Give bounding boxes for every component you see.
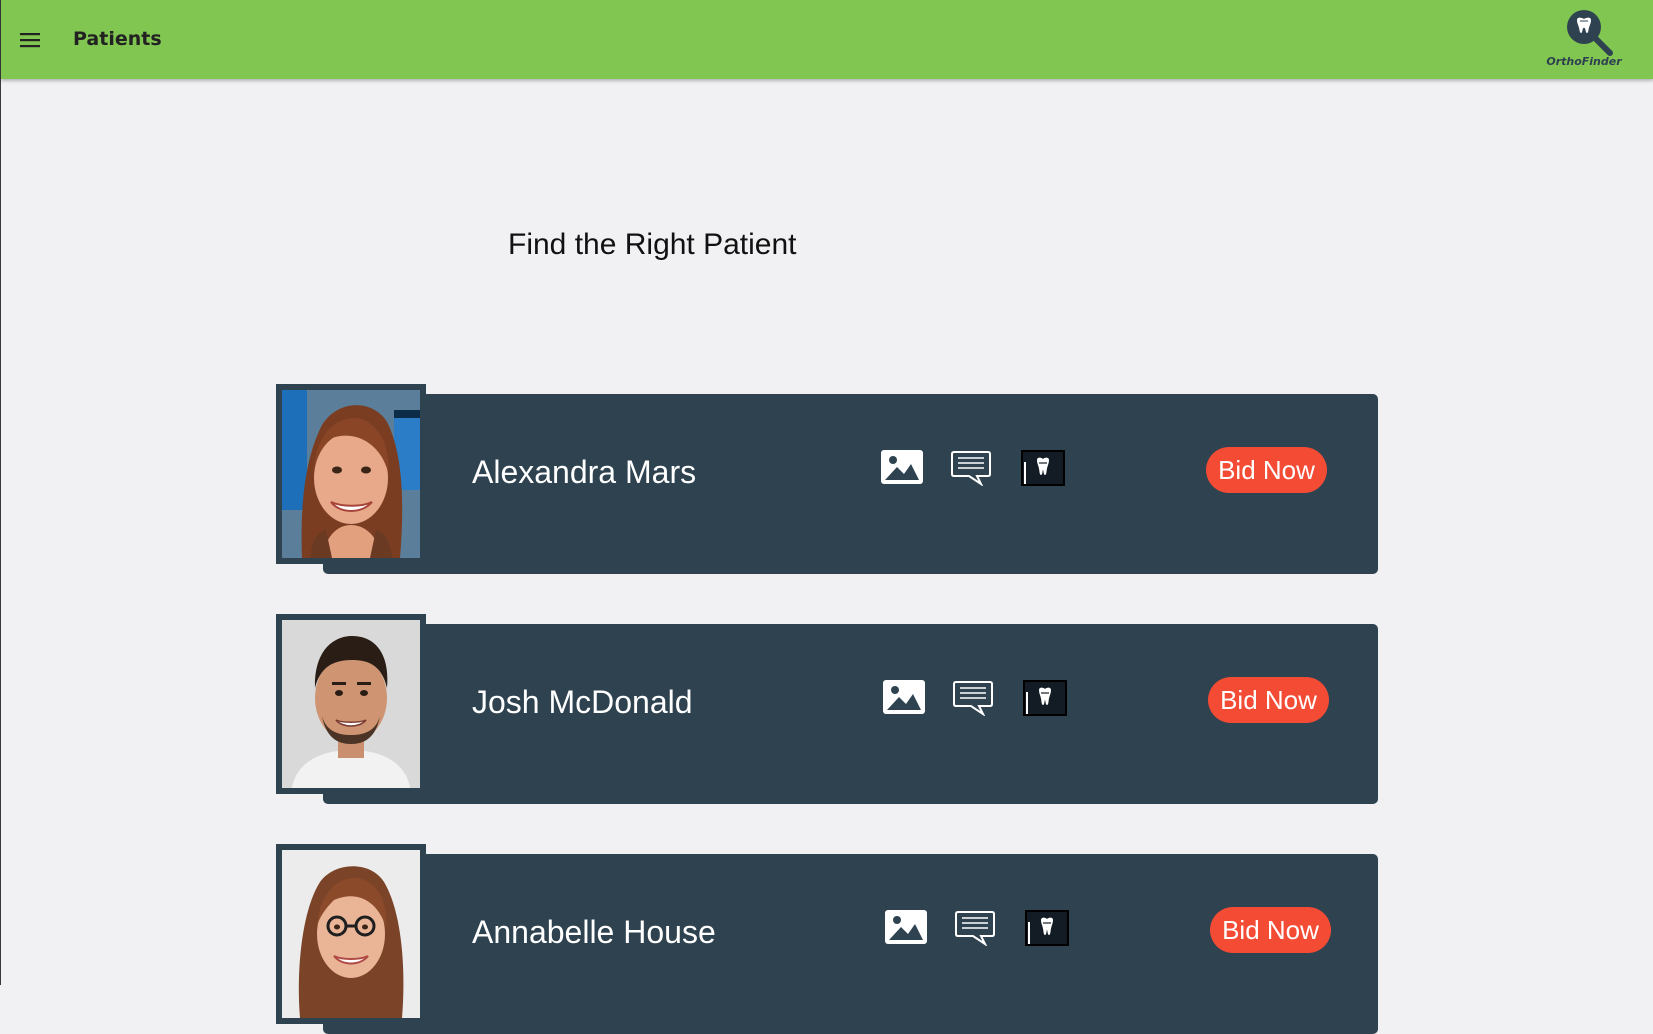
patient-card: Annabelle House Bid Now	[276, 844, 1378, 1034]
patient-name[interactable]: Josh McDonald	[472, 684, 693, 721]
page-title: Patients	[73, 28, 162, 50]
tooth-xray-icon[interactable]	[1023, 680, 1067, 721]
patient-card: Josh McDonald Bid Now	[276, 614, 1378, 804]
image-icon[interactable]	[885, 910, 927, 949]
image-icon[interactable]	[881, 450, 923, 489]
bid-now-button[interactable]: Bid Now	[1206, 447, 1327, 493]
logo-text: OrthoFinder	[1546, 55, 1622, 68]
page-heading: Find the Right Patient	[508, 228, 797, 261]
chat-bubble-icon[interactable]	[953, 680, 993, 721]
hamburger-menu-icon[interactable]	[15, 26, 45, 54]
bid-now-button[interactable]: Bid Now	[1210, 907, 1331, 953]
patient-photo-frame	[276, 844, 426, 1024]
patient-avatar	[282, 850, 420, 1018]
patient-card: Alexandra Mars Bid Now	[276, 384, 1378, 574]
orthofinder-logo[interactable]: OrthoFinder	[1546, 8, 1622, 72]
app-bar: Patients OrthoFinder	[1, 0, 1653, 79]
patient-name[interactable]: Annabelle House	[472, 914, 716, 951]
patient-avatar	[282, 620, 420, 788]
chat-bubble-icon[interactable]	[951, 450, 991, 491]
chat-bubble-icon[interactable]	[955, 910, 995, 951]
tooth-magnifier-logo-icon	[1567, 10, 1613, 56]
image-icon[interactable]	[883, 680, 925, 719]
tooth-xray-icon[interactable]	[1021, 450, 1065, 491]
patient-photo-frame	[276, 384, 426, 564]
tooth-xray-icon[interactable]	[1025, 910, 1069, 951]
patient-name[interactable]: Alexandra Mars	[472, 454, 696, 491]
window-left-border	[0, 0, 1, 985]
bid-now-button[interactable]: Bid Now	[1208, 677, 1329, 723]
patient-photo-frame	[276, 614, 426, 794]
patient-avatar	[282, 390, 420, 558]
